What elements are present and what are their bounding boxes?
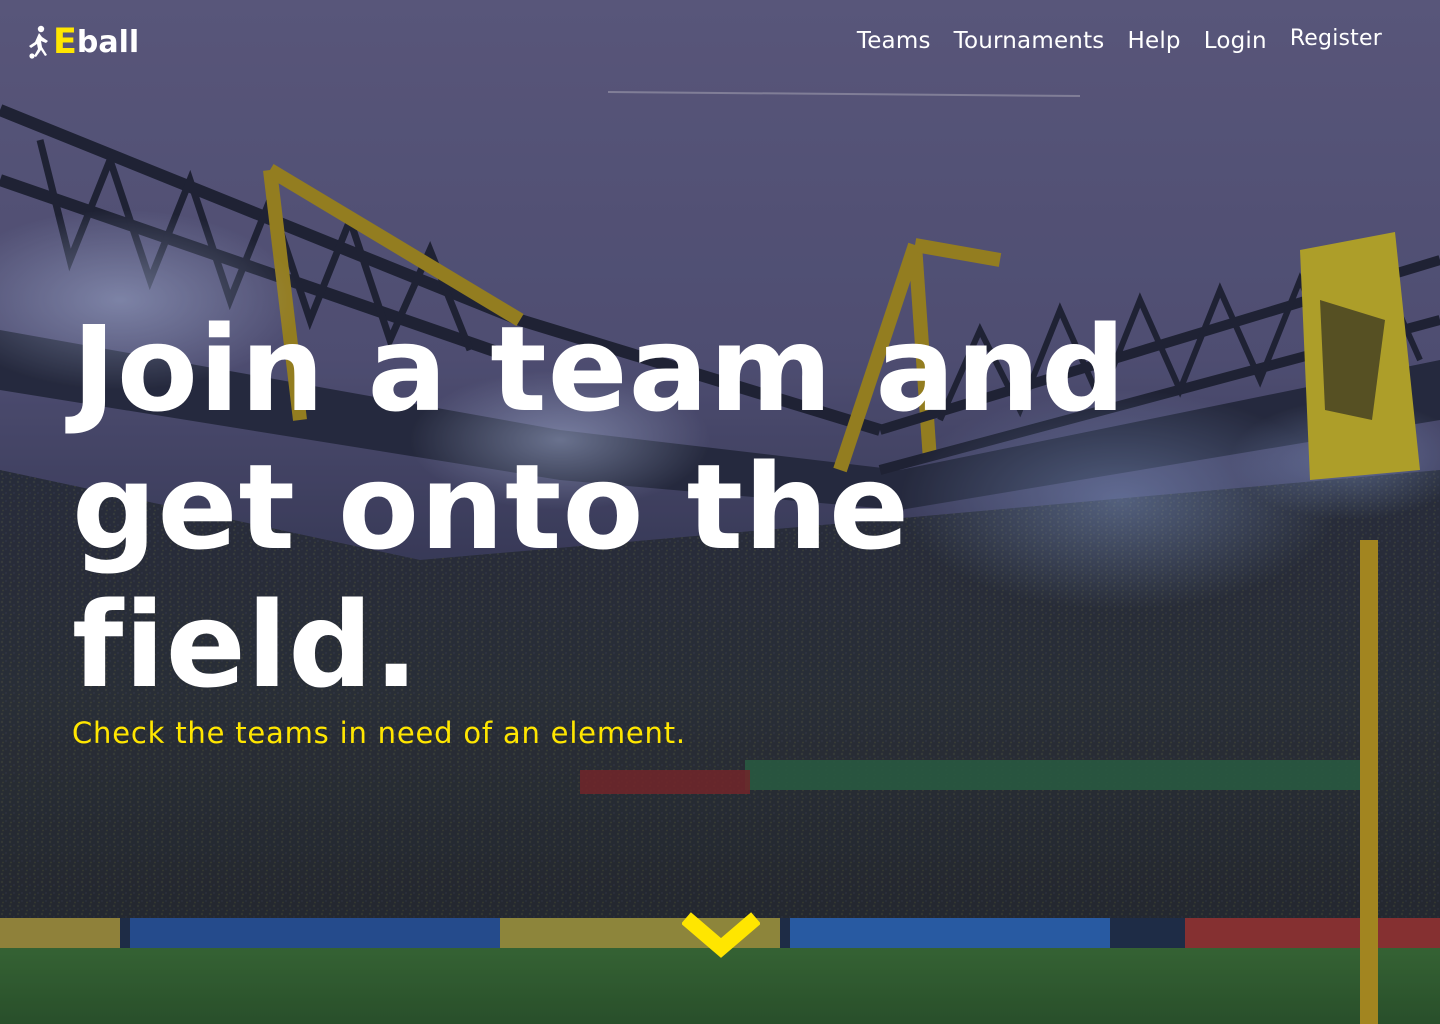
chevron-down-icon[interactable] xyxy=(682,910,760,960)
headline-line: field. xyxy=(72,576,420,714)
main-nav: Teams Tournaments Help Login Register xyxy=(834,24,1382,58)
footballer-icon xyxy=(29,25,48,59)
hero-section: E ball Teams Tournaments Help Login Regi… xyxy=(0,0,1440,1024)
hero-subtitle: Check the teams in need of an element. xyxy=(72,716,686,750)
headline-line: Join a team and xyxy=(72,300,1127,438)
logo-text: ball xyxy=(76,25,140,60)
nav-tournaments-link[interactable]: Tournaments xyxy=(954,24,1105,58)
nav-login-link[interactable]: Login xyxy=(1204,24,1267,58)
headline-line: get onto the xyxy=(72,438,911,576)
nav-help-link[interactable]: Help xyxy=(1128,24,1181,58)
eball-logo[interactable]: E ball xyxy=(26,22,139,62)
nav-register-link[interactable]: Register xyxy=(1290,22,1382,56)
hero-headline: Join a team and get onto the field. xyxy=(72,300,1172,714)
nav-teams-link[interactable]: Teams xyxy=(857,24,931,58)
logo-accent-letter: E xyxy=(53,22,77,62)
